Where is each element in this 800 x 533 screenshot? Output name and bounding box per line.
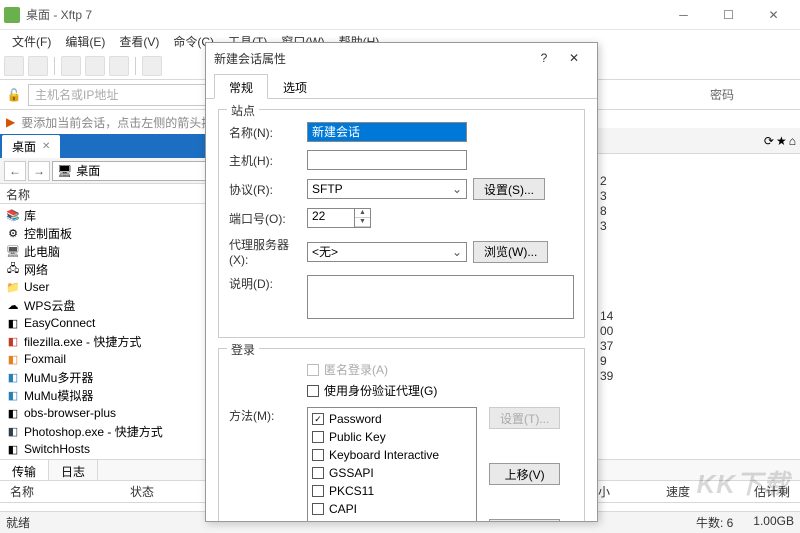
description-textarea[interactable] — [307, 275, 574, 319]
folder-icon: 📚 — [6, 208, 20, 222]
method-label: 方法(M): — [229, 407, 301, 424]
dialog-tabs: 常规 选项 — [206, 73, 597, 99]
window-titlebar: 桌面 - Xftp 7 ─ ☐ ✕ — [0, 0, 800, 30]
col-speed[interactable]: 速度 — [620, 483, 700, 500]
home-button[interactable]: ⌂ — [789, 134, 796, 148]
help-button[interactable]: ? — [529, 51, 559, 65]
host-input[interactable] — [307, 150, 467, 170]
spin-down-icon[interactable]: ▼ — [355, 218, 370, 227]
chevron-down-icon: ⌄ — [452, 245, 462, 259]
menu-file[interactable]: 文件(F) — [6, 31, 57, 52]
cloud-icon: ☁ — [6, 298, 20, 312]
move-down-button[interactable]: 下一个 — [489, 519, 560, 521]
app-icon: ◧ — [6, 442, 20, 456]
auth-methods-list: ✓Password Public Key Keyboard Interactiv… — [307, 407, 477, 521]
app-icon: ◧ — [6, 334, 20, 348]
proxy-select[interactable]: <无>⌄ — [307, 242, 467, 262]
toolbar-button[interactable] — [85, 56, 105, 76]
port-label: 端口号(O): — [229, 210, 301, 227]
close-tab-icon[interactable]: ✕ — [42, 141, 50, 152]
group-site: 站点 名称(N): 新建会话 主机(H): 协议(R): SFTP⌄ 设置(S)… — [218, 109, 585, 338]
path-text: 桌面 — [76, 162, 100, 179]
refresh-button[interactable]: ⟳ — [764, 134, 774, 148]
lock-icon: 🔓 — [6, 87, 22, 103]
tab-options[interactable]: 选项 — [268, 74, 322, 99]
desktop-icon: 🖥 — [57, 164, 72, 178]
toolbar-button[interactable] — [4, 56, 24, 76]
password-label: 密码 — [710, 86, 734, 103]
flag-icon: ▶ — [6, 115, 15, 129]
protocol-settings-button[interactable]: 设置(S)... — [473, 178, 545, 200]
dialog-titlebar: 新建会话属性 ? ✕ — [206, 43, 597, 73]
app-icon: ◧ — [6, 388, 20, 402]
maximize-button[interactable]: ☐ — [706, 1, 751, 29]
proxy-label: 代理服务器(X): — [229, 236, 301, 267]
separator — [135, 57, 136, 75]
protocol-select[interactable]: SFTP⌄ — [307, 179, 467, 199]
star-button[interactable]: ★ — [776, 134, 787, 148]
close-button[interactable]: ✕ — [751, 1, 796, 29]
desc-label: 说明(D): — [229, 275, 301, 292]
network-icon: 🖧 — [6, 262, 20, 276]
status-size: 1.00GB — [753, 514, 794, 531]
toolbar-button[interactable] — [142, 56, 162, 76]
minimize-button[interactable]: ─ — [661, 1, 706, 29]
app-icon: ◧ — [6, 370, 20, 384]
method-settings-button: 设置(T)... — [489, 407, 560, 429]
method-keyboard[interactable]: Keyboard Interactive — [312, 448, 472, 462]
separator — [54, 57, 55, 75]
toolbar-button[interactable] — [109, 56, 129, 76]
method-pkcs11[interactable]: PKCS11 — [312, 484, 472, 498]
method-password[interactable]: ✓Password — [312, 412, 472, 426]
app-icon — [4, 7, 20, 23]
host-placeholder: 主机名或IP地址 — [35, 86, 118, 103]
local-tab[interactable]: 桌面 ✕ — [2, 135, 60, 158]
method-gssapi[interactable]: GSSAPI — [312, 466, 472, 480]
anonymous-checkbox: 匿名登录(A) — [307, 361, 574, 378]
app-icon: ◧ — [6, 352, 20, 366]
protocol-label: 协议(R): — [229, 181, 301, 198]
spin-up-icon[interactable]: ▲ — [355, 209, 370, 218]
menu-view[interactable]: 查看(V) — [113, 31, 165, 52]
tab-log[interactable]: 日志 — [49, 460, 98, 480]
status-ready: 就绪 — [6, 514, 30, 531]
tab-label: 桌面 — [12, 138, 36, 155]
port-spinner[interactable]: 22 ▲▼ — [307, 208, 371, 228]
proxy-browse-button[interactable]: 浏览(W)... — [473, 241, 548, 263]
app-icon: ◧ — [6, 406, 20, 420]
group-login: 登录 匿名登录(A) 使用身份验证代理(G) 方法(M): ✓Password … — [218, 348, 585, 521]
new-session-dialog: 新建会话属性 ? ✕ 常规 选项 站点 名称(N): 新建会话 主机(H): 协… — [205, 42, 598, 522]
window-title: 桌面 - Xftp 7 — [26, 6, 661, 23]
dialog-close-button[interactable]: ✕ — [559, 51, 589, 65]
chevron-down-icon: ⌄ — [452, 182, 462, 196]
group-label: 站点 — [227, 102, 259, 119]
toolbar-button[interactable] — [61, 56, 81, 76]
method-capi[interactable]: CAPI — [312, 502, 472, 516]
tab-transfer[interactable]: 传输 — [0, 460, 49, 480]
move-up-button[interactable]: 上移(V) — [489, 463, 560, 485]
auth-agent-checkbox[interactable]: 使用身份验证代理(G) — [307, 382, 574, 399]
menu-edit[interactable]: 编辑(E) — [59, 31, 111, 52]
size-column-fragment: 2 3 8 3 14 00 37 9 39 — [600, 174, 630, 384]
forward-button[interactable]: → — [28, 161, 50, 181]
toolbar-button[interactable] — [28, 56, 48, 76]
group-label: 登录 — [227, 341, 259, 358]
tab-general[interactable]: 常规 — [214, 74, 268, 99]
name-label: 名称(N): — [229, 124, 301, 141]
app-icon: ◧ — [6, 316, 20, 330]
name-input[interactable]: 新建会话 — [307, 122, 467, 142]
app-icon: ◧ — [6, 424, 20, 438]
back-button[interactable]: ← — [4, 161, 26, 181]
status-items: 牛数: 6 — [696, 514, 733, 531]
pc-icon: 🖥 — [6, 244, 20, 258]
dialog-title: 新建会话属性 — [214, 50, 529, 67]
folder-icon: 📁 — [6, 280, 20, 294]
host-label: 主机(H): — [229, 152, 301, 169]
col-est[interactable]: 估计剩 — [700, 483, 800, 500]
control-panel-icon: ⚙ — [6, 226, 20, 240]
col-name[interactable]: 名称 — [0, 483, 120, 500]
method-publickey[interactable]: Public Key — [312, 430, 472, 444]
